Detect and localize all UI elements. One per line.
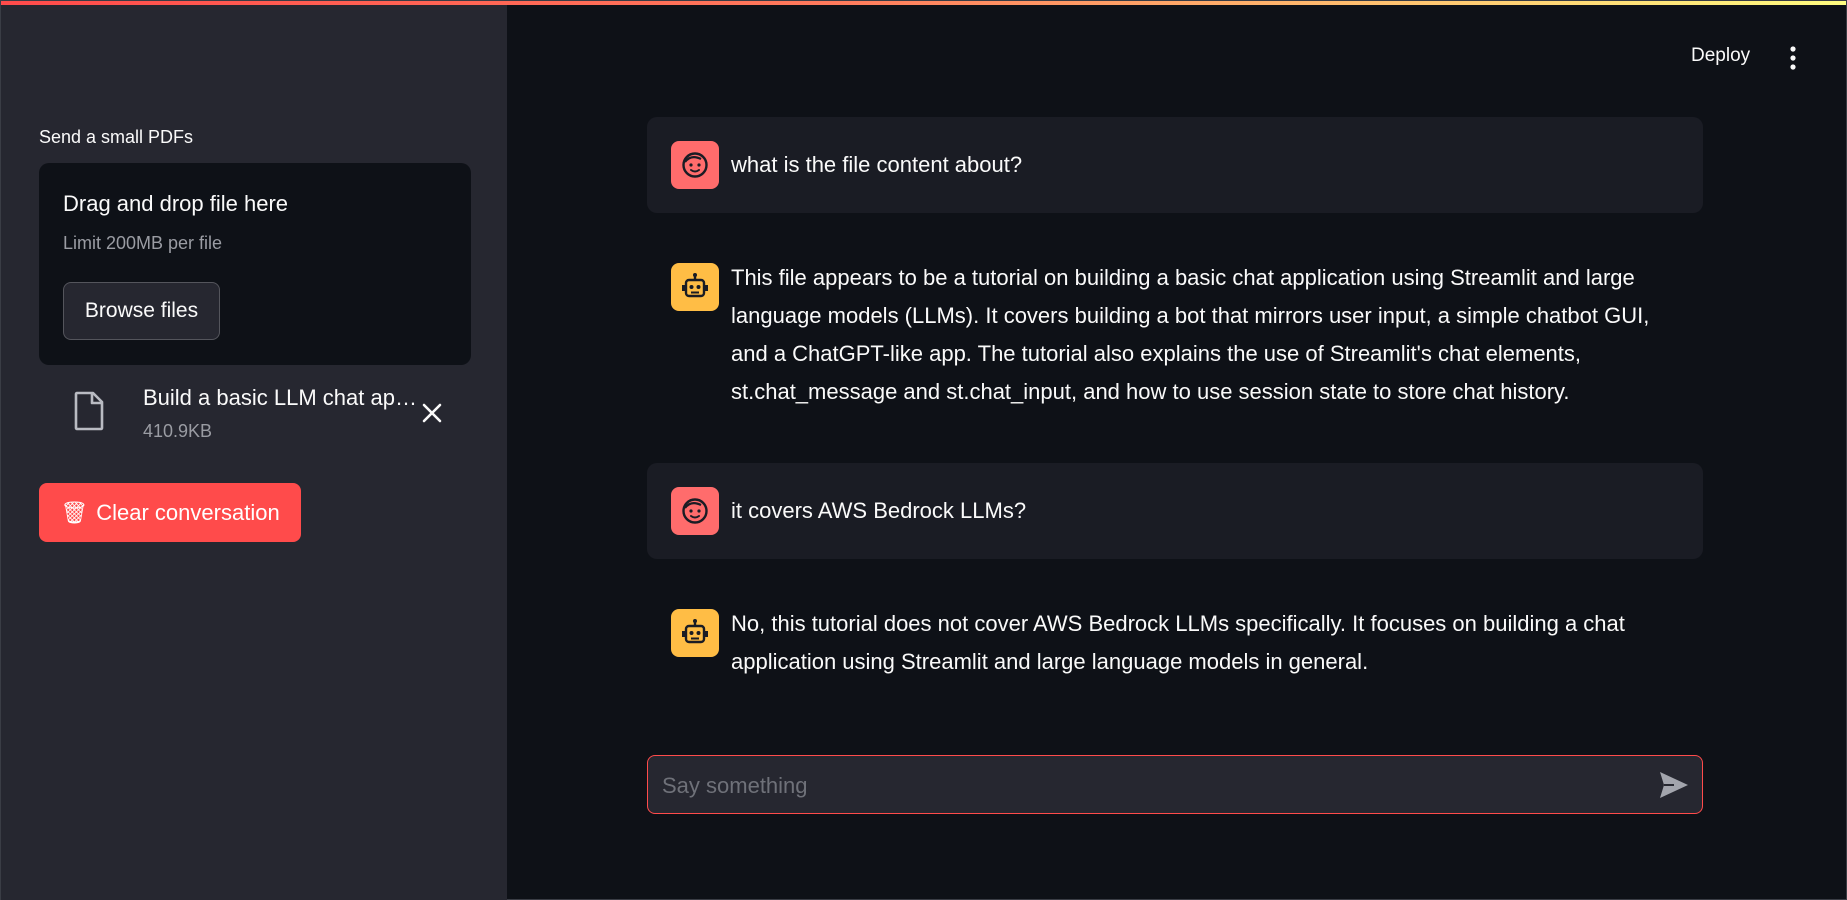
chat-message-user: it covers AWS Bedrock LLMs? bbox=[647, 463, 1703, 559]
uploaded-file-size: 410.9KB bbox=[143, 421, 213, 441]
dropzone-limit: Limit 200MB per file bbox=[63, 233, 223, 253]
message-text: what is the file content about? bbox=[731, 152, 1023, 177]
assistant-avatar bbox=[671, 263, 719, 311]
clear-conversation-label: Clear conversation bbox=[96, 499, 280, 525]
message-text: This file appears to be a tutorial on bu… bbox=[731, 265, 1650, 404]
file-uploader-label: Send a small PDFs bbox=[39, 127, 194, 147]
uploaded-file-item: Build a basic LLM chat app with Streamli… bbox=[39, 379, 471, 451]
browse-files-button[interactable]: Browse files bbox=[63, 282, 220, 340]
close-icon[interactable] bbox=[418, 399, 446, 427]
chat-message-assistant: No, this tutorial does not cover AWS Bed… bbox=[647, 587, 1703, 697]
app-window: Send a small PDFs Drag and drop file her… bbox=[0, 0, 1847, 900]
assistant-avatar bbox=[671, 609, 719, 657]
wastebasket-icon: 🗑 bbox=[60, 499, 89, 525]
more-vert-icon[interactable] bbox=[1783, 45, 1803, 71]
top-decoration-bar bbox=[1, 1, 1846, 5]
dropzone-title: Drag and drop file here bbox=[63, 191, 289, 216]
sidebar: Send a small PDFs Drag and drop file her… bbox=[1, 1, 507, 900]
chat-input-container bbox=[647, 755, 1703, 815]
clear-conversation-button[interactable]: 🗑 Clear conversation bbox=[39, 483, 301, 542]
robot-icon bbox=[682, 619, 708, 644]
user-avatar bbox=[671, 141, 719, 189]
file-dropzone[interactable]: Drag and drop file here Limit 200MB per … bbox=[39, 163, 471, 365]
message-text: it covers AWS Bedrock LLMs? bbox=[731, 498, 1027, 523]
file-icon bbox=[74, 391, 104, 431]
chat-message-user: what is the file content about? bbox=[647, 117, 1703, 213]
user-avatar bbox=[671, 487, 719, 535]
deploy-button[interactable]: Deploy bbox=[1691, 45, 1750, 67]
uploaded-file-name: Build a basic LLM chat app with Streamli… bbox=[143, 385, 423, 410]
send-icon[interactable] bbox=[1658, 770, 1690, 800]
face-icon bbox=[682, 152, 708, 178]
chat-message-assistant: This file appears to be a tutorial on bu… bbox=[647, 241, 1703, 427]
message-text: No, this tutorial does not cover AWS Bed… bbox=[731, 611, 1625, 674]
robot-icon bbox=[682, 273, 708, 298]
face-icon bbox=[682, 498, 708, 524]
chat-input[interactable] bbox=[660, 756, 1624, 815]
